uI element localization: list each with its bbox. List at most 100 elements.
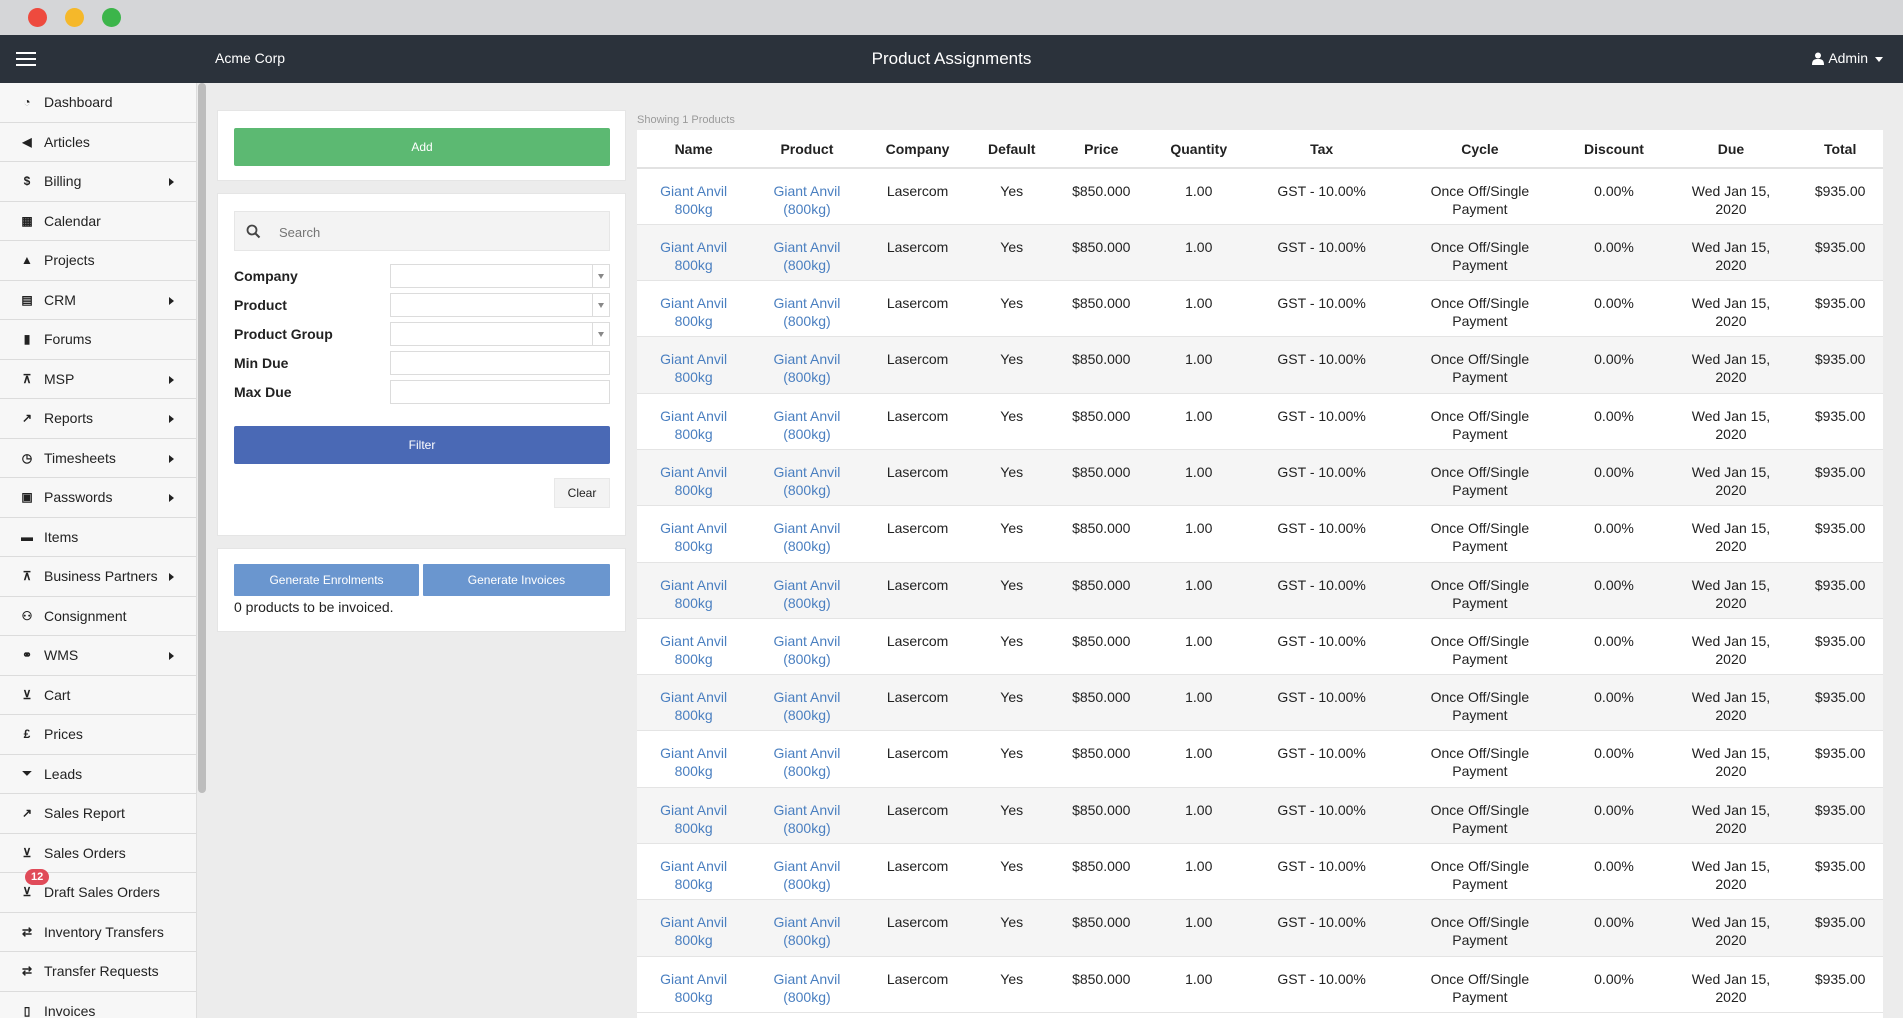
product-cell[interactable]: Giant Anvil (800kg)	[750, 787, 864, 845]
sidebar-item-inventory-transfers[interactable]: ⇄ Inventory Transfers	[0, 912, 196, 952]
name-cell[interactable]: Giant Anvil 800kg	[637, 168, 751, 225]
name-cell-link[interactable]: Giant Anvil 800kg	[660, 182, 727, 218]
column-header-product[interactable]: Product	[750, 130, 864, 169]
name-cell[interactable]: Giant Anvil 800kg	[637, 843, 751, 901]
column-header-quantity[interactable]: Quantity	[1150, 130, 1247, 169]
name-cell[interactable]: Giant Anvil 800kg	[637, 899, 751, 957]
table-row[interactable]: Giant Anvil 800kg Giant Anvil (800kg) Laserc…	[637, 956, 1883, 1013]
product-cell-link[interactable]: Giant Anvil (800kg)	[773, 857, 840, 893]
product-cell[interactable]: Giant Anvil (800kg)	[750, 449, 864, 507]
product-cell-link[interactable]: Giant Anvil (800kg)	[773, 632, 840, 668]
product-cell[interactable]: Giant Anvil (800kg)	[750, 674, 864, 732]
min-due-input[interactable]	[390, 351, 610, 375]
generate-invoices-button[interactable]: Generate Invoices	[423, 564, 610, 596]
product-cell-link[interactable]: Giant Anvil (800kg)	[773, 576, 840, 612]
maximize-window-button[interactable]	[102, 8, 121, 27]
table-row[interactable]: Giant Anvil 800kg Giant Anvil (800kg) Laserc…	[637, 280, 1883, 338]
sidebar-item-transfer-requests[interactable]: ⇄ Transfer Requests	[0, 952, 196, 992]
sidebar-item-wms[interactable]: ⚭ WMS	[0, 636, 196, 676]
product-cell[interactable]: Giant Anvil (800kg)	[750, 224, 864, 282]
filter-button[interactable]: Filter	[234, 426, 610, 464]
sidebar-item-calendar[interactable]: ▦ Calendar	[0, 201, 196, 241]
product-cell[interactable]: Giant Anvil (800kg)	[750, 956, 864, 1013]
name-cell-link[interactable]: Giant Anvil 800kg	[660, 913, 727, 949]
name-cell-link[interactable]: Giant Anvil 800kg	[660, 463, 727, 499]
product-cell[interactable]: Giant Anvil (800kg)	[750, 168, 864, 225]
table-row[interactable]: Giant Anvil 800kg Giant Anvil (800kg) Laserc…	[637, 168, 1883, 225]
sidebar-item-reports[interactable]: ↗ Reports	[0, 399, 196, 439]
name-cell[interactable]: Giant Anvil 800kg	[637, 730, 751, 788]
sidebar-scrollbar[interactable]	[198, 83, 206, 793]
name-cell[interactable]: Giant Anvil 800kg	[637, 336, 751, 394]
sidebar-item-passwords[interactable]: ▣ Passwords	[0, 478, 196, 518]
close-window-button[interactable]	[28, 8, 47, 27]
sidebar-item-articles[interactable]: ◀ Articles	[0, 122, 196, 162]
name-cell[interactable]: Giant Anvil 800kg	[637, 956, 751, 1013]
sidebar-item-msp[interactable]: ⊼ MSP	[0, 359, 196, 399]
sidebar-item-crm[interactable]: ▤ CRM	[0, 280, 196, 320]
name-cell[interactable]: Giant Anvil 800kg	[637, 280, 751, 338]
sidebar-item-invoices[interactable]: ▯ Invoices	[0, 991, 196, 1018]
table-row[interactable]: Giant Anvil 800kg Giant Anvil (800kg) Laserc…	[637, 674, 1883, 732]
max-due-input[interactable]	[390, 380, 610, 404]
product-cell-link[interactable]: Giant Anvil (800kg)	[773, 463, 840, 499]
name-cell[interactable]: Giant Anvil 800kg	[637, 618, 751, 676]
product-cell-link[interactable]: Giant Anvil (800kg)	[773, 350, 840, 386]
product-cell[interactable]: Giant Anvil (800kg)	[750, 562, 864, 619]
name-cell-link[interactable]: Giant Anvil 800kg	[660, 238, 727, 274]
product-cell-link[interactable]: Giant Anvil (800kg)	[773, 294, 840, 330]
table-row[interactable]: Giant Anvil 800kg Giant Anvil (800kg) Laserc…	[637, 336, 1883, 394]
product-cell-link[interactable]: Giant Anvil (800kg)	[773, 182, 840, 218]
sidebar-item-billing[interactable]: $ Billing	[0, 162, 196, 202]
sidebar-item-items[interactable]: ▬ Items	[0, 517, 196, 557]
product-cell[interactable]: Giant Anvil (800kg)	[750, 280, 864, 338]
column-header-due[interactable]: Due	[1664, 130, 1798, 169]
add-button[interactable]: Add	[234, 128, 610, 166]
product-cell-link[interactable]: Giant Anvil (800kg)	[773, 970, 840, 1006]
name-cell[interactable]: Giant Anvil 800kg	[637, 224, 751, 282]
sidebar-item-cart[interactable]: ⊻ Cart	[0, 675, 196, 715]
column-header-total[interactable]: Total	[1797, 130, 1883, 169]
product-cell[interactable]: Giant Anvil (800kg)	[750, 730, 864, 788]
search-input[interactable]	[279, 222, 579, 242]
column-header-discount[interactable]: Discount	[1563, 130, 1665, 169]
product-cell-link[interactable]: Giant Anvil (800kg)	[773, 238, 840, 274]
table-row[interactable]: Giant Anvil 800kg Giant Anvil (800kg) Laserc…	[637, 787, 1883, 845]
product-cell-link[interactable]: Giant Anvil (800kg)	[773, 688, 840, 724]
product-cell[interactable]: Giant Anvil (800kg)	[750, 336, 864, 394]
name-cell-link[interactable]: Giant Anvil 800kg	[660, 576, 727, 612]
table-row[interactable]: Giant Anvil 800kg Giant Anvil (800kg) Laserc…	[637, 505, 1883, 563]
product-select[interactable]	[390, 293, 610, 317]
product-cell-link[interactable]: Giant Anvil (800kg)	[773, 407, 840, 443]
user-menu[interactable]: Admin	[1812, 50, 1883, 66]
name-cell[interactable]: Giant Anvil 800kg	[637, 393, 751, 450]
company-select[interactable]	[390, 264, 610, 288]
product-cell[interactable]: Giant Anvil (800kg)	[750, 393, 864, 450]
sidebar-item-forums[interactable]: ▮ Forums	[0, 320, 196, 360]
table-row[interactable]: Giant Anvil 800kg Giant Anvil (800kg) Laserc…	[637, 618, 1883, 676]
product-cell-link[interactable]: Giant Anvil (800kg)	[773, 744, 840, 780]
brand-name[interactable]: Acme Corp	[215, 50, 285, 66]
table-row[interactable]: Giant Anvil 800kg Giant Anvil (800kg) Laserc…	[637, 224, 1883, 282]
table-row[interactable]: Giant Anvil 800kg Giant Anvil (800kg) Laserc…	[637, 899, 1883, 957]
name-cell-link[interactable]: Giant Anvil 800kg	[660, 350, 727, 386]
table-row[interactable]: Giant Anvil 800kg Giant Anvil (800kg) Laserc…	[637, 562, 1883, 619]
sidebar-item-timesheets[interactable]: ◷ Timesheets	[0, 438, 196, 478]
sidebar-item-consignment[interactable]: ⚇ Consignment	[0, 596, 196, 636]
sidebar-item-sales-report[interactable]: ↗ Sales Report	[0, 794, 196, 834]
name-cell[interactable]: Giant Anvil 800kg	[637, 674, 751, 732]
product-cell[interactable]: Giant Anvil (800kg)	[750, 505, 864, 563]
name-cell-link[interactable]: Giant Anvil 800kg	[660, 801, 727, 837]
product-group-select[interactable]	[390, 322, 610, 346]
product-cell-link[interactable]: Giant Anvil (800kg)	[773, 519, 840, 555]
sidebar-item-dashboard[interactable]: ◔ Dashboard	[0, 83, 196, 123]
product-cell[interactable]: Giant Anvil (800kg)	[750, 899, 864, 957]
sidebar-item-draft-sales-orders[interactable]: ⊻ Draft Sales Orders 12	[0, 869, 196, 913]
name-cell[interactable]: Giant Anvil 800kg	[637, 505, 751, 563]
table-row[interactable]: Giant Anvil 800kg Giant Anvil (800kg) Laserc…	[637, 843, 1883, 901]
minimize-window-button[interactable]	[65, 8, 84, 27]
product-cell[interactable]: Giant Anvil (800kg)	[750, 843, 864, 901]
product-cell[interactable]: Giant Anvil (800kg)	[750, 618, 864, 676]
clear-button[interactable]: Clear	[554, 478, 610, 508]
sidebar-item-projects[interactable]: ▲ Projects	[0, 241, 196, 281]
